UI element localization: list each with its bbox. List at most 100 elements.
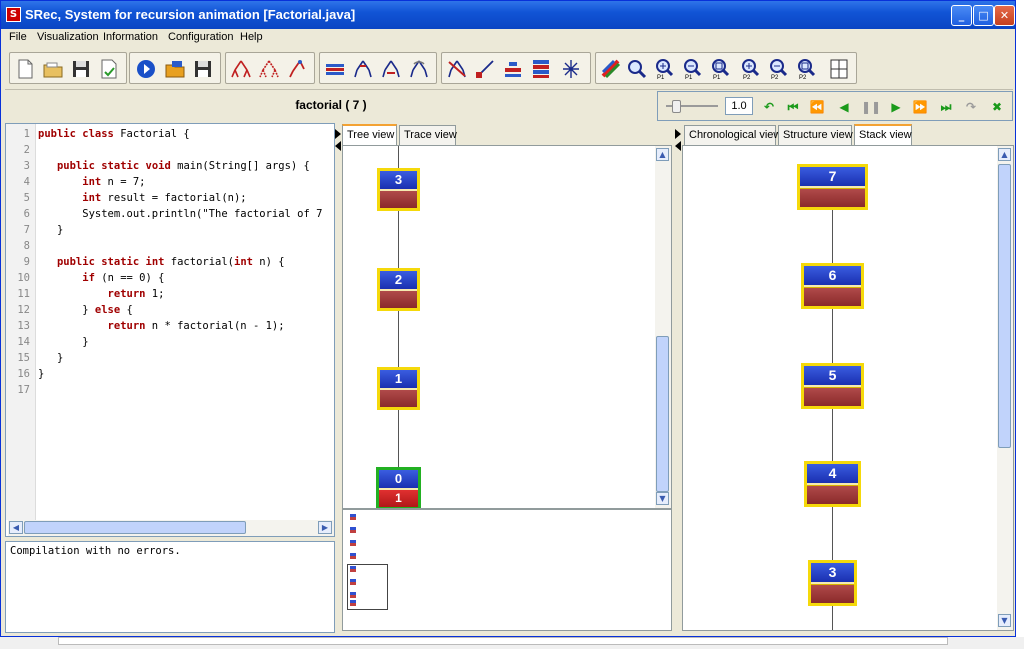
scroll-up-icon[interactable]: ▲ xyxy=(656,148,669,161)
speed-slider[interactable] xyxy=(666,98,718,114)
menu-visualization[interactable]: Visualization xyxy=(37,31,99,43)
line-number: 6 xyxy=(23,208,30,220)
title-bar[interactable]: S SRec, System for recursion animation [… xyxy=(1,1,1015,29)
scroll-up-icon[interactable]: ▲ xyxy=(998,148,1011,161)
zoom-fit-p1-icon[interactable]: P1 xyxy=(710,58,732,80)
tree-node[interactable]: 3 xyxy=(377,168,420,211)
stack-bars-icon[interactable] xyxy=(530,58,552,80)
new-file-icon[interactable] xyxy=(14,58,36,80)
minimize-button[interactable]: _ xyxy=(951,5,972,26)
close-animation-icon[interactable]: ✖ xyxy=(988,99,1006,115)
tab-tree-view[interactable]: Tree view xyxy=(342,124,397,145)
speed-field[interactable]: 1.0 xyxy=(725,97,753,115)
code-horizontal-scrollbar[interactable]: ◀ ▶ xyxy=(8,520,334,536)
code-line: public class Factorial { xyxy=(38,128,190,140)
minimap-node xyxy=(350,553,356,559)
tree-node[interactable]: 2 xyxy=(377,268,420,311)
scroll-right-icon[interactable]: ▶ xyxy=(318,521,332,534)
last-step-icon[interactable]: ⏭ xyxy=(937,99,955,115)
code-line: public static int factorial(int n) { xyxy=(56,256,285,268)
line-number: 3 xyxy=(23,160,30,172)
zoom-icon[interactable] xyxy=(626,58,648,80)
scroll-left-icon[interactable]: ◀ xyxy=(9,521,23,534)
slider-knob[interactable] xyxy=(672,100,681,113)
scroll-down-icon[interactable]: ▼ xyxy=(998,614,1011,627)
frame-param: 3 xyxy=(811,563,854,584)
menu-configuration[interactable]: Configuration xyxy=(168,31,233,43)
close-button[interactable]: ✕ xyxy=(994,5,1015,26)
zoom-in-p1-icon[interactable]: P1 xyxy=(654,58,676,80)
menu-file[interactable]: File xyxy=(9,31,27,43)
flag-icon[interactable] xyxy=(324,58,346,80)
tree-vertical-scrollbar[interactable]: ▲ ▼ xyxy=(655,146,671,508)
step-back-icon[interactable]: ◀ xyxy=(835,99,853,115)
stack-frame[interactable]: 4 xyxy=(804,461,861,507)
stack-frame[interactable]: 6 xyxy=(801,263,864,309)
tree-up-icon[interactable] xyxy=(352,58,374,80)
tree-node-finished[interactable]: 0 1 xyxy=(376,467,421,508)
run-icon[interactable] xyxy=(135,58,157,80)
tree-node[interactable]: 1 xyxy=(377,367,420,410)
line-number: 16 xyxy=(17,368,30,380)
tree-filter-icon[interactable] xyxy=(446,58,468,80)
zoom-fit-p2-icon[interactable]: P2 xyxy=(796,58,818,80)
next-step-icon[interactable]: ⏩ xyxy=(911,99,929,115)
zoom-label: P1 xyxy=(657,75,665,80)
tree-view-panel[interactable]: 3 2 1 0 1 ▲ ▼ xyxy=(342,145,672,509)
zoom-out-p1-icon[interactable]: P1 xyxy=(682,58,704,80)
tab-trace-view[interactable]: Trace view xyxy=(399,125,457,145)
previous-step-icon[interactable]: ⏪ xyxy=(808,99,826,115)
save-class-icon[interactable] xyxy=(192,58,214,80)
zoom-in-p2-icon[interactable]: P2 xyxy=(740,58,762,80)
tree-down-icon[interactable] xyxy=(380,58,402,80)
bars-icon[interactable] xyxy=(502,58,524,80)
zoom-label: P1 xyxy=(685,75,693,80)
stack-vertical-scrollbar[interactable]: ▲ ▼ xyxy=(997,146,1013,630)
zoom-out-p2-icon[interactable]: P2 xyxy=(768,58,790,80)
line-number: 10 xyxy=(17,272,30,284)
collapse-left-icon[interactable] xyxy=(335,129,341,139)
stack-view-panel[interactable]: 7 6 5 4 3 ▲ ▼ xyxy=(682,145,1014,631)
redo-icon[interactable]: ↷ xyxy=(962,99,980,115)
stack-frame[interactable]: 3 xyxy=(808,560,857,606)
first-step-icon[interactable]: ⏮ xyxy=(784,99,802,115)
stack-frame[interactable]: 5 xyxy=(801,363,864,409)
code-editor[interactable]: 1 2 3 4 5 6 7 8 9 10 11 12 13 14 15 16 1… xyxy=(5,123,335,537)
line-number: 2 xyxy=(23,144,30,156)
scroll-thumb[interactable] xyxy=(998,164,1011,448)
maximize-button[interactable]: □ xyxy=(973,5,994,26)
tree-cycle-icon[interactable] xyxy=(408,58,430,80)
tree-line-icon[interactable] xyxy=(474,58,496,80)
tree-expand-icon[interactable] xyxy=(230,58,252,80)
tab-chronological-view[interactable]: Chronological view xyxy=(684,125,781,145)
frame-result xyxy=(804,388,861,406)
tree-collapse-icon[interactable] xyxy=(258,58,280,80)
open-class-icon[interactable] xyxy=(164,58,186,80)
save-check-icon[interactable] xyxy=(98,58,120,80)
menu-bar: File Visualization Information Configura… xyxy=(1,29,1015,47)
play-icon[interactable]: ▶ xyxy=(887,99,905,115)
menu-help[interactable]: Help xyxy=(240,31,263,43)
tree-overview-minimap[interactable] xyxy=(342,509,672,631)
stack-frame[interactable]: 7 xyxy=(797,164,868,210)
scroll-thumb[interactable] xyxy=(656,336,669,492)
tab-structure-view[interactable]: Structure view xyxy=(778,125,853,145)
tab-stack-view[interactable]: Stack view xyxy=(854,124,912,145)
scroll-thumb[interactable] xyxy=(24,521,246,534)
save-icon[interactable] xyxy=(70,58,92,80)
tree-node-icon[interactable] xyxy=(286,58,308,80)
expand-right-icon[interactable] xyxy=(675,141,681,151)
frame-result xyxy=(811,585,854,603)
tree-cross-icon[interactable] xyxy=(560,58,582,80)
scroll-down-icon[interactable]: ▼ xyxy=(656,492,669,505)
menu-information[interactable]: Information xyxy=(103,31,158,43)
collapse-left-icon[interactable] xyxy=(675,129,681,139)
expand-right-icon[interactable] xyxy=(335,141,341,151)
open-folder-icon[interactable] xyxy=(42,58,64,80)
app-icon: S xyxy=(6,7,21,22)
minimap-viewport[interactable] xyxy=(347,564,388,610)
palette-icon[interactable] xyxy=(600,58,622,80)
undo-icon[interactable]: ↶ xyxy=(760,99,778,115)
pause-icon[interactable]: ❚❚ xyxy=(861,99,881,115)
split-view-icon[interactable] xyxy=(828,58,850,80)
